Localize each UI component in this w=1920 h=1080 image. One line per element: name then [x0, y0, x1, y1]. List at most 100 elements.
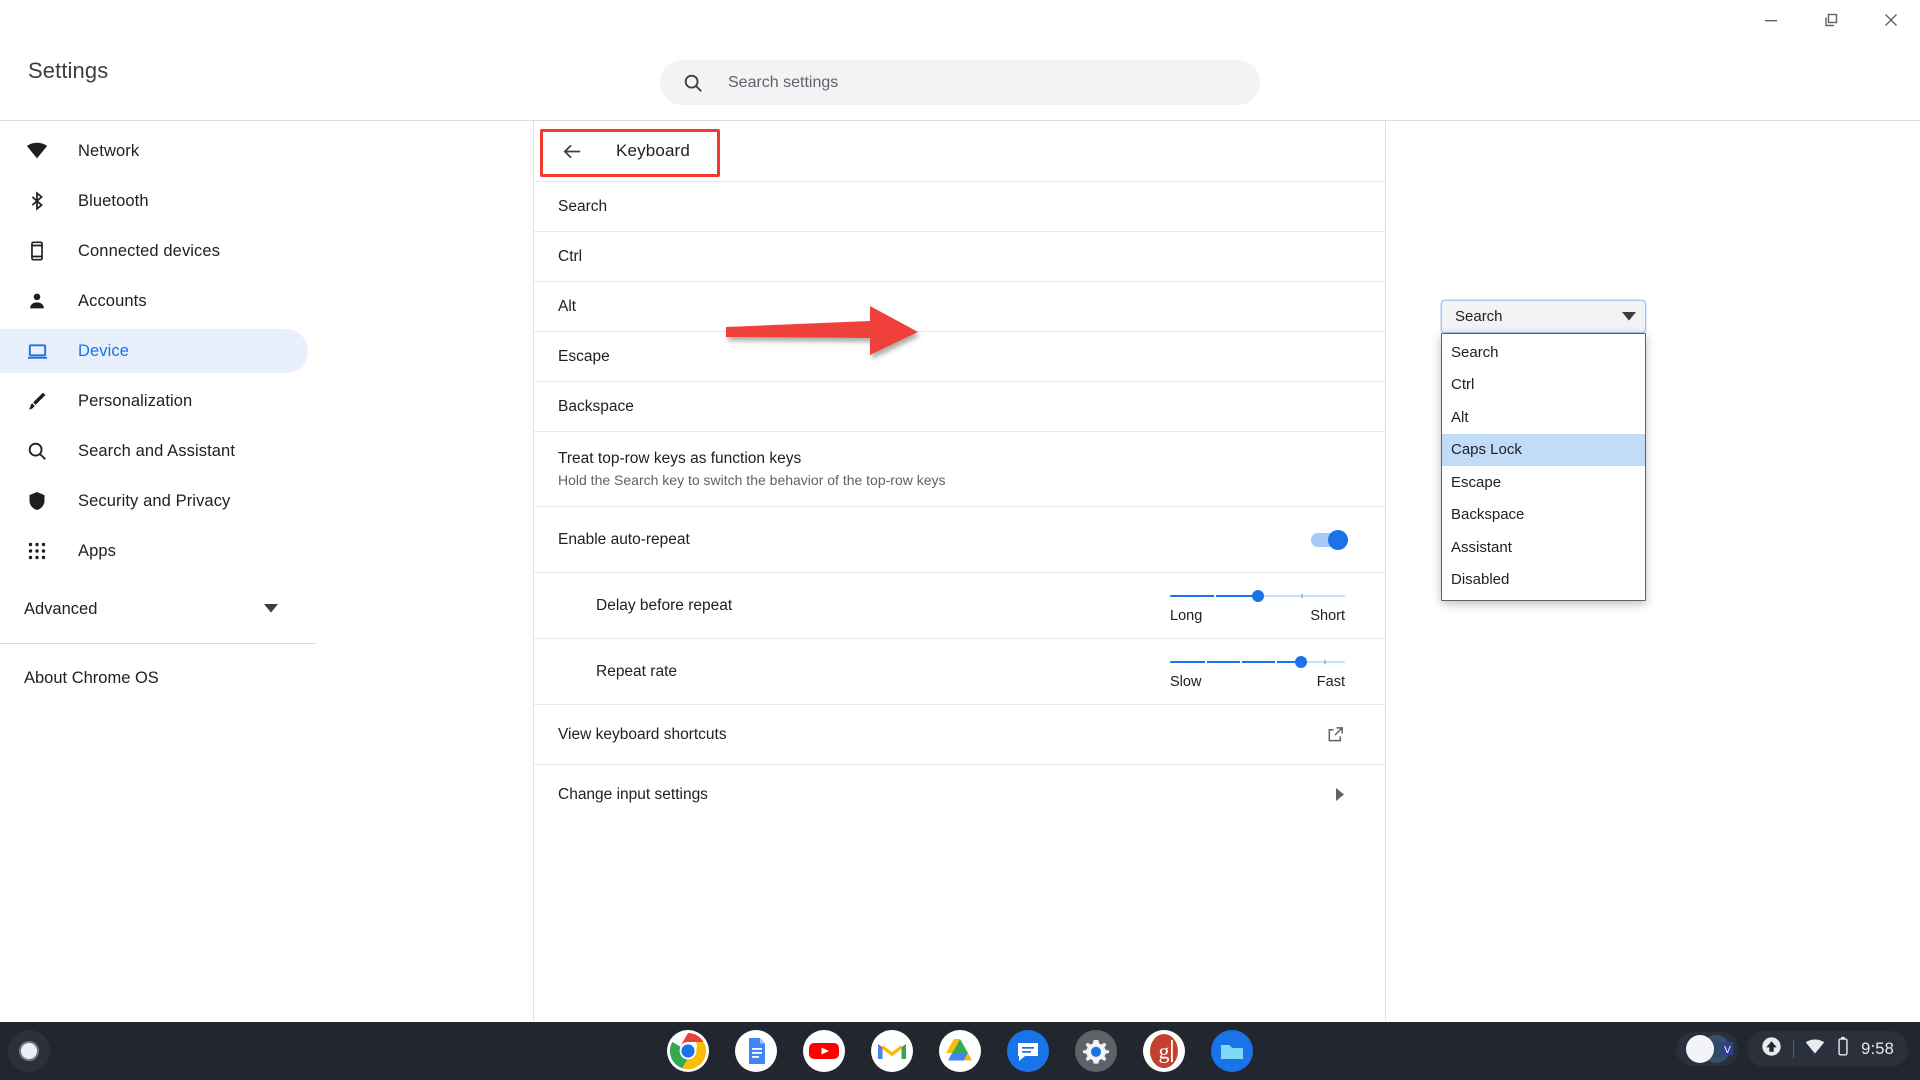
- dropdown-option-disabled[interactable]: Disabled: [1442, 564, 1645, 597]
- system-tray: V 9:58: [1676, 1031, 1908, 1067]
- battery-icon[interactable]: [1836, 1036, 1850, 1062]
- grid-icon: [24, 538, 50, 564]
- sidebar-item-apps[interactable]: Apps: [0, 529, 533, 573]
- person-icon: [24, 288, 50, 314]
- slider-fill: [1170, 661, 1302, 663]
- row-sublabel: Hold the Search key to switch the behavi…: [558, 472, 946, 488]
- auto-repeat-toggle[interactable]: [1311, 529, 1348, 550]
- slider-track: [1170, 656, 1345, 668]
- row-ctrl[interactable]: Ctrl: [534, 231, 1385, 281]
- avatar-icon[interactable]: V: [1676, 1032, 1739, 1066]
- search-key-select[interactable]: Search: [1441, 300, 1646, 333]
- wifi-icon[interactable]: [1805, 1037, 1825, 1062]
- detail-title: Keyboard: [616, 141, 690, 160]
- dropdown-option-search[interactable]: Search: [1442, 336, 1645, 369]
- update-arrow-icon[interactable]: [1761, 1036, 1782, 1062]
- brush-icon: [24, 388, 50, 414]
- search-key-dropdown[interactable]: Search Ctrl Alt Caps Lock Escape Backspa…: [1441, 333, 1646, 601]
- sidebar-label: Accounts: [78, 291, 147, 310]
- row-label: Enable auto-repeat: [558, 530, 690, 548]
- dropdown-option-alt[interactable]: Alt: [1442, 401, 1645, 434]
- row-change-input-settings[interactable]: Change input settings: [534, 764, 1385, 824]
- row-search[interactable]: Search: [534, 181, 1385, 231]
- slider-max-label: Short: [1310, 608, 1345, 624]
- tray-status-area[interactable]: 9:58: [1747, 1031, 1908, 1067]
- row-label: View keyboard shortcuts: [558, 725, 727, 743]
- sidebar-divider: [0, 643, 315, 644]
- row-delay-before-repeat: Delay before repeat Long Short: [534, 572, 1385, 638]
- sidebar-label: Apps: [78, 541, 117, 560]
- dropdown-option-escape[interactable]: Escape: [1442, 466, 1645, 499]
- docs-icon[interactable]: [735, 1030, 777, 1072]
- dropdown-option-assistant[interactable]: Assistant: [1442, 531, 1645, 564]
- row-escape[interactable]: Escape: [534, 331, 1385, 381]
- keyboard-header: Keyboard: [534, 121, 1385, 181]
- sidebar-label: Search and Assistant: [78, 441, 236, 460]
- external-link-icon[interactable]: [1326, 725, 1345, 744]
- dropdown-option-ctrl[interactable]: Ctrl: [1442, 369, 1645, 402]
- dropdown-option-caps-lock[interactable]: Caps Lock: [1442, 433, 1645, 466]
- sidebar-item-accounts[interactable]: Accounts: [0, 279, 533, 323]
- window-titlebar: [0, 0, 1920, 40]
- row-label: Backspace: [558, 397, 634, 415]
- sidebar-item-advanced[interactable]: Advanced: [0, 587, 308, 631]
- close-icon[interactable]: [1876, 5, 1906, 35]
- chrome-icon[interactable]: [667, 1030, 709, 1072]
- google-g-icon[interactable]: g: [1143, 1030, 1185, 1072]
- chevron-right-icon[interactable]: [1335, 788, 1345, 801]
- sidebar-item-personalization[interactable]: Personalization: [0, 379, 533, 423]
- drive-icon[interactable]: [939, 1030, 981, 1072]
- row-alt[interactable]: Alt: [534, 281, 1385, 331]
- sidebar-item-bluetooth[interactable]: Bluetooth: [0, 179, 533, 223]
- sidebar-label: Network: [78, 141, 140, 160]
- sidebar-item-search-and-assistant[interactable]: Search and Assistant: [0, 429, 533, 473]
- settings-icon[interactable]: [1075, 1030, 1117, 1072]
- caret-down-icon: [1622, 312, 1636, 321]
- row-view-keyboard-shortcuts[interactable]: View keyboard shortcuts: [534, 704, 1385, 764]
- row-label: Search: [558, 197, 608, 215]
- launcher-circle-icon[interactable]: [8, 1030, 50, 1072]
- sidebar-item-security-and-privacy[interactable]: Security and Privacy: [0, 479, 533, 523]
- sidebar-item-network[interactable]: Network: [0, 129, 533, 173]
- row-label: Alt: [558, 297, 577, 315]
- shield-icon: [24, 488, 50, 514]
- gmail-icon[interactable]: [871, 1030, 913, 1072]
- sidebar-label: Personalization: [78, 391, 193, 410]
- phone-icon: [24, 238, 50, 264]
- messages-icon[interactable]: [1007, 1030, 1049, 1072]
- minimize-icon[interactable]: [1756, 5, 1786, 35]
- sidebar-label: Security and Privacy: [78, 491, 231, 510]
- slider-knob[interactable]: [1251, 590, 1264, 602]
- row-enable-auto-repeat[interactable]: Enable auto-repeat: [534, 506, 1385, 572]
- search-icon: [24, 438, 50, 464]
- laptop-icon: [24, 338, 50, 364]
- chromeos-settings-window: Settings Search settings Network Bluetoo…: [0, 0, 1920, 1080]
- slider-knob[interactable]: [1295, 656, 1308, 668]
- dropdown-option-backspace[interactable]: Backspace: [1442, 499, 1645, 532]
- row-label: Ctrl: [558, 247, 583, 265]
- rate-slider[interactable]: Slow Fast: [1170, 653, 1345, 690]
- sidebar-item-about-chrome-os[interactable]: About Chrome OS: [0, 656, 533, 700]
- restore-icon[interactable]: [1816, 5, 1846, 35]
- row-label: Treat top-row keys as function keys: [558, 450, 802, 467]
- youtube-icon[interactable]: [803, 1030, 845, 1072]
- wifi-icon: [24, 138, 50, 164]
- row-top-row-function-keys[interactable]: Treat top-row keys as function keys Hold…: [534, 431, 1385, 506]
- files-icon[interactable]: [1211, 1030, 1253, 1072]
- search-settings-input[interactable]: Search settings: [660, 60, 1260, 105]
- chevron-down-icon: [264, 600, 278, 618]
- sidebar-item-device[interactable]: Device: [0, 329, 308, 373]
- sidebar-item-connected-devices[interactable]: Connected devices: [0, 229, 533, 273]
- row-backspace[interactable]: Backspace: [534, 381, 1385, 431]
- row-label: Delay before repeat: [596, 596, 733, 614]
- select-value: Search: [1455, 308, 1503, 325]
- launcher-dot: [19, 1041, 39, 1061]
- sidebar-label: Device: [78, 341, 130, 360]
- search-icon: [682, 72, 704, 94]
- delay-slider[interactable]: Long Short: [1170, 587, 1345, 624]
- page-title: Settings: [28, 58, 109, 83]
- svg-text:g: g: [1159, 1039, 1170, 1064]
- row-label: Change input settings: [558, 785, 708, 803]
- back-arrow-icon[interactable]: [560, 139, 584, 163]
- row-label: Repeat rate: [596, 662, 677, 680]
